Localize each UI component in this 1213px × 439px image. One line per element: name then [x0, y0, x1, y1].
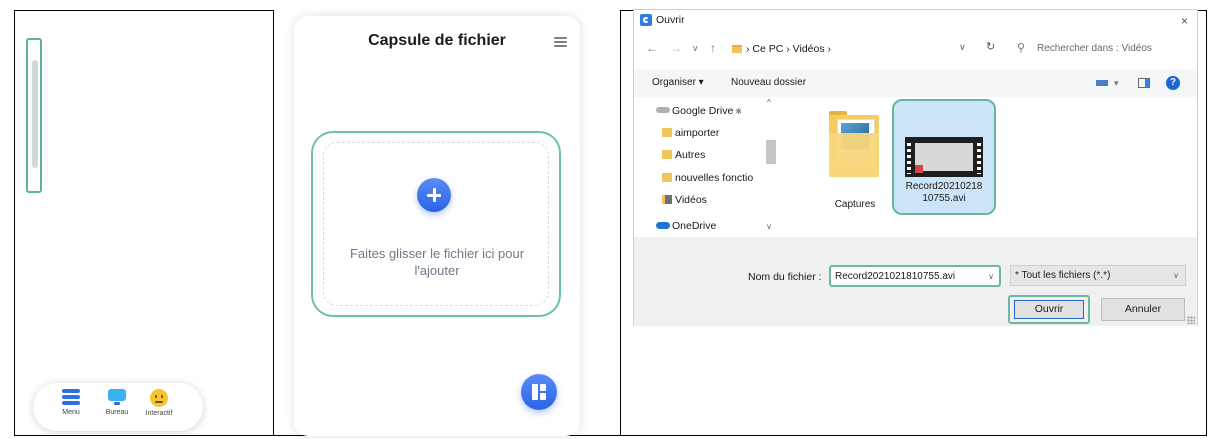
close-icon[interactable]: × [1181, 14, 1188, 28]
monitor-icon [108, 389, 126, 406]
open-button[interactable]: Ouvrir [1008, 295, 1090, 324]
help-icon[interactable]: ? [1166, 76, 1180, 90]
navigation-tree: Google Drive ✱ aimporter Autres nouvelles… [634, 97, 780, 237]
side-scrollbar[interactable] [26, 38, 42, 193]
dialog-titlebar: Ouvrir × [634, 10, 1197, 32]
hamburger-menu-icon[interactable] [554, 37, 567, 47]
google-drive-icon [656, 107, 670, 113]
breadcrumb[interactable]: › Ce PC › Vidéos › [746, 43, 831, 55]
dock-label: Menu [62, 409, 80, 416]
chevron-down-icon: ∨ [1173, 271, 1179, 280]
address-bar[interactable]: › Ce PC › Vidéos › [732, 39, 970, 59]
dialog-toolbar: Organiser ▾ Nouveau dossier ▾ ? [634, 69, 1197, 97]
folder-icon [662, 173, 672, 182]
file-drop-zone[interactable] [311, 131, 561, 317]
tree-item-google-drive[interactable]: Google Drive ✱ [656, 105, 742, 117]
file-name-line2: 10755.avi [922, 193, 966, 204]
tree-item-videos[interactable]: Vidéos [662, 194, 707, 206]
view-dropdown-icon[interactable]: ▾ [1114, 78, 1119, 89]
video-folder-icon [662, 195, 672, 204]
bottom-dock: Menu Bureau Interactif [33, 383, 203, 431]
scroll-down-icon[interactable]: v [767, 222, 771, 231]
forward-arrow-icon[interactable]: → [670, 41, 682, 55]
search-placeholder: Rechercher dans : Vidéos [1037, 43, 1152, 54]
organize-label: Organiser [652, 77, 696, 88]
tree-item-onedrive[interactable]: OneDrive [656, 220, 716, 232]
tree-item-autres[interactable]: Autres [662, 149, 705, 161]
file-name: Record20210218 10755.avi [894, 181, 994, 205]
dialog-title: Ouvrir [656, 14, 685, 26]
tree-label: OneDrive [672, 220, 717, 232]
up-arrow-icon[interactable]: ↑ [710, 41, 716, 55]
tree-label: aimporter [675, 127, 720, 139]
filename-value: Record2021021810755.avi [835, 271, 956, 282]
filename-label: Nom du fichier : [748, 271, 822, 283]
back-arrow-icon[interactable]: ← [646, 41, 658, 55]
address-dropdown-icon[interactable]: ∨ [959, 42, 966, 53]
layout-toggle-button[interactable] [521, 374, 557, 410]
history-chevron-icon[interactable]: ∨ [692, 43, 699, 54]
folder-icon [662, 128, 672, 137]
app-icon [640, 14, 652, 26]
file-item-record-video[interactable]: Record20210218 10755.avi [892, 99, 996, 215]
table-right-border [1206, 10, 1207, 436]
pin-icon[interactable]: ✱ [735, 107, 742, 116]
file-name-line1: Record20210218 [905, 181, 983, 192]
tree-scrollbar[interactable]: ^ v [764, 98, 778, 236]
table-divider [620, 10, 621, 436]
page-title: Capsule de fichier [368, 32, 506, 49]
scroll-up-icon[interactable]: ^ [767, 98, 771, 107]
scrollbar-thumb[interactable] [766, 140, 776, 164]
drop-text-line1: Faites glisser le fichier ici pour [349, 246, 525, 261]
filetype-value: * Tout les fichiers (*.*) [1015, 270, 1111, 281]
table-top-border [14, 10, 273, 11]
resize-grip-icon[interactable] [1187, 316, 1195, 324]
drop-zone-dashed-border [323, 142, 549, 306]
onedrive-icon [656, 222, 670, 229]
file-name: Captures [834, 199, 876, 210]
open-button-label: Ouvrir [1014, 300, 1084, 319]
drop-zone-text: Faites glisser le fichier ici pour l'ajo… [322, 245, 552, 279]
dock-item-menu[interactable]: Menu [49, 389, 93, 416]
folder-icon [829, 111, 879, 177]
dock-item-bureau[interactable]: Bureau [95, 389, 139, 416]
preview-pane-icon[interactable] [1138, 78, 1150, 88]
dialog-footer: Nom du fichier : Record2021021810755.avi… [634, 237, 1197, 326]
dock-item-interactif[interactable]: Interactif [137, 389, 181, 417]
search-icon: ⚲ [1017, 42, 1026, 54]
video-thumbnail-icon [905, 137, 983, 177]
refresh-icon[interactable]: ↻ [986, 40, 995, 53]
open-file-dialog: Ouvrir × ← → ∨ ↑ › Ce PC › Vidéos › ∨ ↻ … [633, 9, 1198, 326]
dock-label: Interactif [145, 410, 173, 417]
view-options-icon[interactable] [1096, 80, 1108, 86]
organize-button[interactable]: Organiser ▾ [652, 77, 704, 88]
add-file-plus-icon[interactable] [417, 178, 451, 212]
tree-item-aimporter[interactable]: aimporter [662, 127, 719, 139]
table-divider [273, 10, 274, 436]
file-item-captures[interactable]: Captures [820, 107, 890, 213]
new-folder-button[interactable]: Nouveau dossier [731, 77, 806, 88]
file-list: Captures Record20210218 10755.avi [780, 97, 1198, 237]
cancel-button[interactable]: Annuler [1101, 298, 1185, 321]
scrollbar-thumb[interactable] [32, 60, 38, 168]
menu-icon [62, 389, 80, 406]
filetype-select[interactable]: * Tout les fichiers (*.*) ∨ [1010, 265, 1186, 286]
table-left-border [14, 10, 15, 436]
tree-label: Google Drive [672, 105, 734, 117]
chevron-down-icon[interactable]: ∨ [988, 272, 994, 281]
drop-text-line2: l'ajouter [414, 263, 460, 278]
tree-label: Vidéos [675, 194, 707, 206]
file-capsule-card: Capsule de fichier Faites glisser le fic… [294, 16, 580, 436]
filename-input[interactable]: Record2021021810755.avi ∨ [829, 265, 1001, 287]
tree-item-nouvelles-fonctio[interactable]: nouvelles fonctio [662, 172, 753, 184]
search-box[interactable]: ⚲ Rechercher dans : Vidéos [1009, 38, 1187, 60]
dock-label: Bureau [105, 409, 129, 416]
tree-label: nouvelles fonctio [675, 172, 754, 184]
tree-label: Autres [675, 149, 706, 161]
table-bottom-border [14, 435, 1207, 436]
emoji-icon [150, 389, 168, 407]
folder-icon [662, 150, 672, 159]
folder-icon [732, 45, 742, 53]
